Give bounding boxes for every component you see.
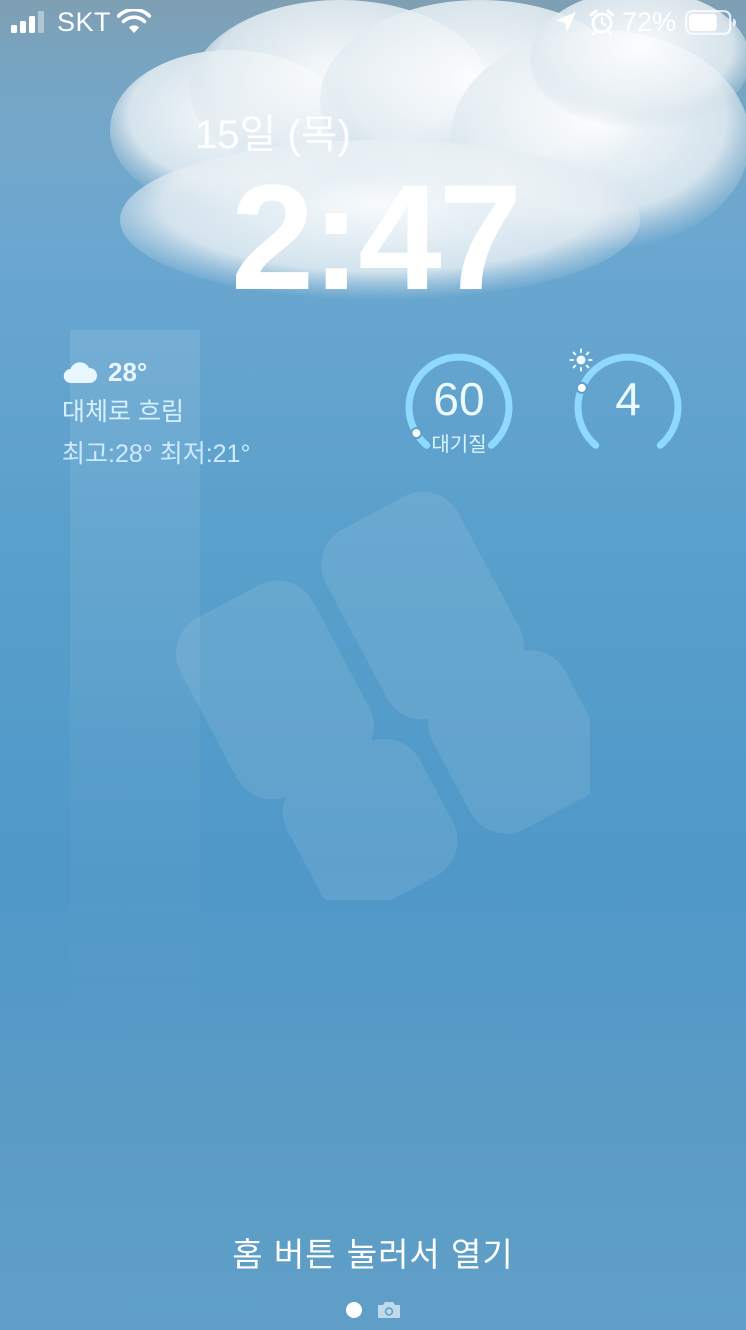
air-quality-value: 60: [433, 373, 485, 425]
uv-index-widget[interactable]: 4: [569, 348, 687, 466]
camera-icon[interactable]: [376, 1300, 402, 1320]
page-indicator: [344, 1300, 404, 1320]
air-quality-label: 대기질: [431, 434, 487, 456]
unlock-hint: 홈 버튼 눌러서 열기: [232, 1236, 514, 1273]
uv-index-value: 4: [615, 373, 641, 425]
cloud-icon: [63, 362, 98, 384]
background-watermark: [175, 491, 590, 900]
weather-temperature: 28°: [108, 356, 148, 387]
carrier-name: SKT: [57, 7, 112, 37]
page-dot: [346, 1302, 362, 1318]
weather-condition: 대체로 흐림: [62, 398, 184, 426]
battery-icon: [685, 10, 736, 35]
wifi-icon: [117, 9, 151, 33]
alarm-icon: [589, 9, 615, 36]
sun-icon: [569, 348, 593, 372]
status-bar: SKT 72%: [0, 0, 746, 44]
location-arrow-icon: [556, 12, 576, 32]
battery-percentage: 72%: [622, 7, 677, 37]
lock-screen-date: 15일 (목): [195, 113, 351, 157]
air-quality-widget[interactable]: 60 대기질: [400, 348, 518, 466]
lock-screen-time: 2:47: [230, 153, 522, 321]
signal-icon: [11, 11, 49, 33]
weather-high-low: 최고:28° 최저:21°: [62, 440, 251, 468]
weather-widget[interactable]: 28° 대체로 흐림 최고:28° 최저:21°: [62, 356, 322, 470]
